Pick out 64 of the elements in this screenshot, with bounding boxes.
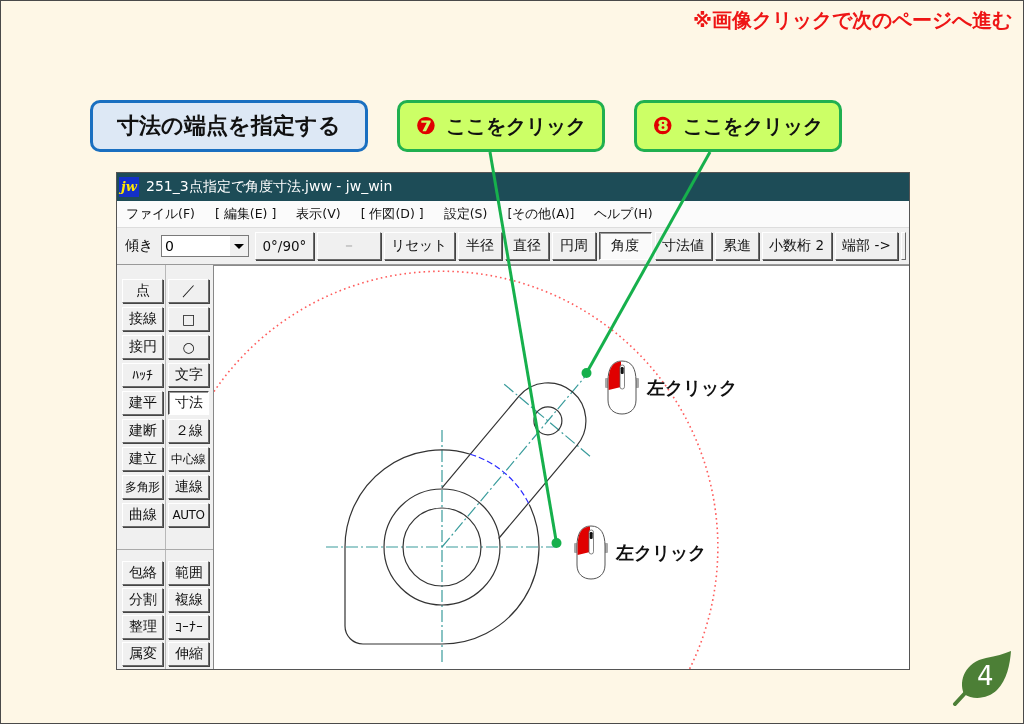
tool-button[interactable]: 曲線: [122, 503, 163, 527]
click-label: 左クリック: [616, 540, 706, 565]
angle-combobox[interactable]: 0: [161, 235, 249, 257]
dashed-arc: [469, 453, 530, 506]
tool-button[interactable]: 属変: [122, 642, 163, 666]
toolbar-button[interactable]: リセット: [383, 232, 455, 260]
menu-item[interactable]: [ 編集(E) ]: [208, 205, 285, 223]
notice-text: ※画像クリックで次のページへ進む: [693, 9, 1012, 34]
tool-button[interactable]: ２線: [168, 419, 209, 443]
step-number: ❽: [652, 114, 674, 138]
tool-button[interactable]: 建断: [122, 419, 163, 443]
tool-button[interactable]: 分割: [122, 588, 163, 612]
menu-item[interactable]: 表示(V): [290, 205, 349, 223]
toolbar-button[interactable]: 端部 ->: [834, 232, 899, 260]
menu-item[interactable]: [その他(A)]: [501, 205, 583, 223]
tool-button[interactable]: 伸縮: [168, 642, 209, 666]
click-label: 左クリック: [647, 375, 737, 400]
page-number: 4: [977, 661, 994, 691]
caret-icon[interactable]: [230, 236, 248, 256]
tool-button[interactable]: 多角形: [122, 475, 163, 499]
toolbar-button[interactable]: 小数桁 2: [761, 232, 832, 260]
angle-label: 傾き: [125, 237, 153, 255]
tool-button[interactable]: 範囲: [168, 561, 209, 585]
menu-item[interactable]: 設定(S): [437, 205, 496, 223]
mouse-icon: [574, 525, 608, 580]
menu-item[interactable]: ヘルプ(H): [588, 205, 661, 223]
tool-button[interactable]: 接線: [122, 307, 163, 331]
toolbar-button[interactable]: 累進: [714, 232, 759, 260]
mouse-icon: [605, 360, 639, 415]
tool-button[interactable]: 複線: [168, 588, 209, 612]
tool-button[interactable]: ○: [168, 335, 209, 359]
callout-text: ここをクリック: [446, 112, 587, 140]
app-logo: jw: [119, 177, 139, 197]
toolbar-button[interactable]: 0°/90°: [255, 232, 314, 260]
leaf-icon: [950, 650, 1012, 706]
hole-circle: [533, 406, 563, 436]
tool-button[interactable]: ｺｰﾅｰ: [168, 615, 209, 639]
tool-button[interactable]: 寸法: [168, 391, 209, 415]
instruction-banner: 寸法の端点を指定する: [90, 100, 368, 152]
callout-text: ここをクリック: [683, 112, 824, 140]
tool-button[interactable]: ﾊｯﾁ: [122, 363, 163, 387]
drawing-canvas[interactable]: 左クリック 左クリック: [214, 265, 909, 669]
tool-button[interactable]: 文字: [168, 363, 209, 387]
menu-item[interactable]: [ 作図(D) ]: [354, 205, 432, 223]
tool-button[interactable]: 点: [122, 279, 163, 303]
toolbar-button[interactable]: [901, 232, 907, 260]
tool-button[interactable]: 連線: [168, 475, 209, 499]
toolbar-button[interactable]: 寸法値: [654, 232, 712, 260]
tool-button[interactable]: 建立: [122, 447, 163, 471]
tool-button[interactable]: □: [168, 307, 209, 331]
tool-button[interactable]: 接円: [122, 335, 163, 359]
toolbar-button[interactable]: 半径: [457, 232, 502, 260]
step-number: ❼: [415, 114, 437, 138]
window-title: 251_3点指定で角度寸法.jww - jw_win: [146, 178, 393, 196]
tool-button[interactable]: 中心線: [168, 447, 209, 471]
toolbar-button[interactable]: 角度: [598, 232, 652, 260]
toolbar-button[interactable]: 円周: [551, 232, 596, 260]
tool-button[interactable]: 整理: [122, 615, 163, 639]
tool-button[interactable]: 建平: [122, 391, 163, 415]
tool-button[interactable]: 包絡: [122, 561, 163, 585]
toolbar-button[interactable]: 直径: [504, 232, 549, 260]
menu-item[interactable]: ファイル(F): [120, 205, 203, 223]
tool-button[interactable]: AUTO: [168, 503, 209, 527]
tool-button[interactable]: ／: [168, 279, 209, 303]
